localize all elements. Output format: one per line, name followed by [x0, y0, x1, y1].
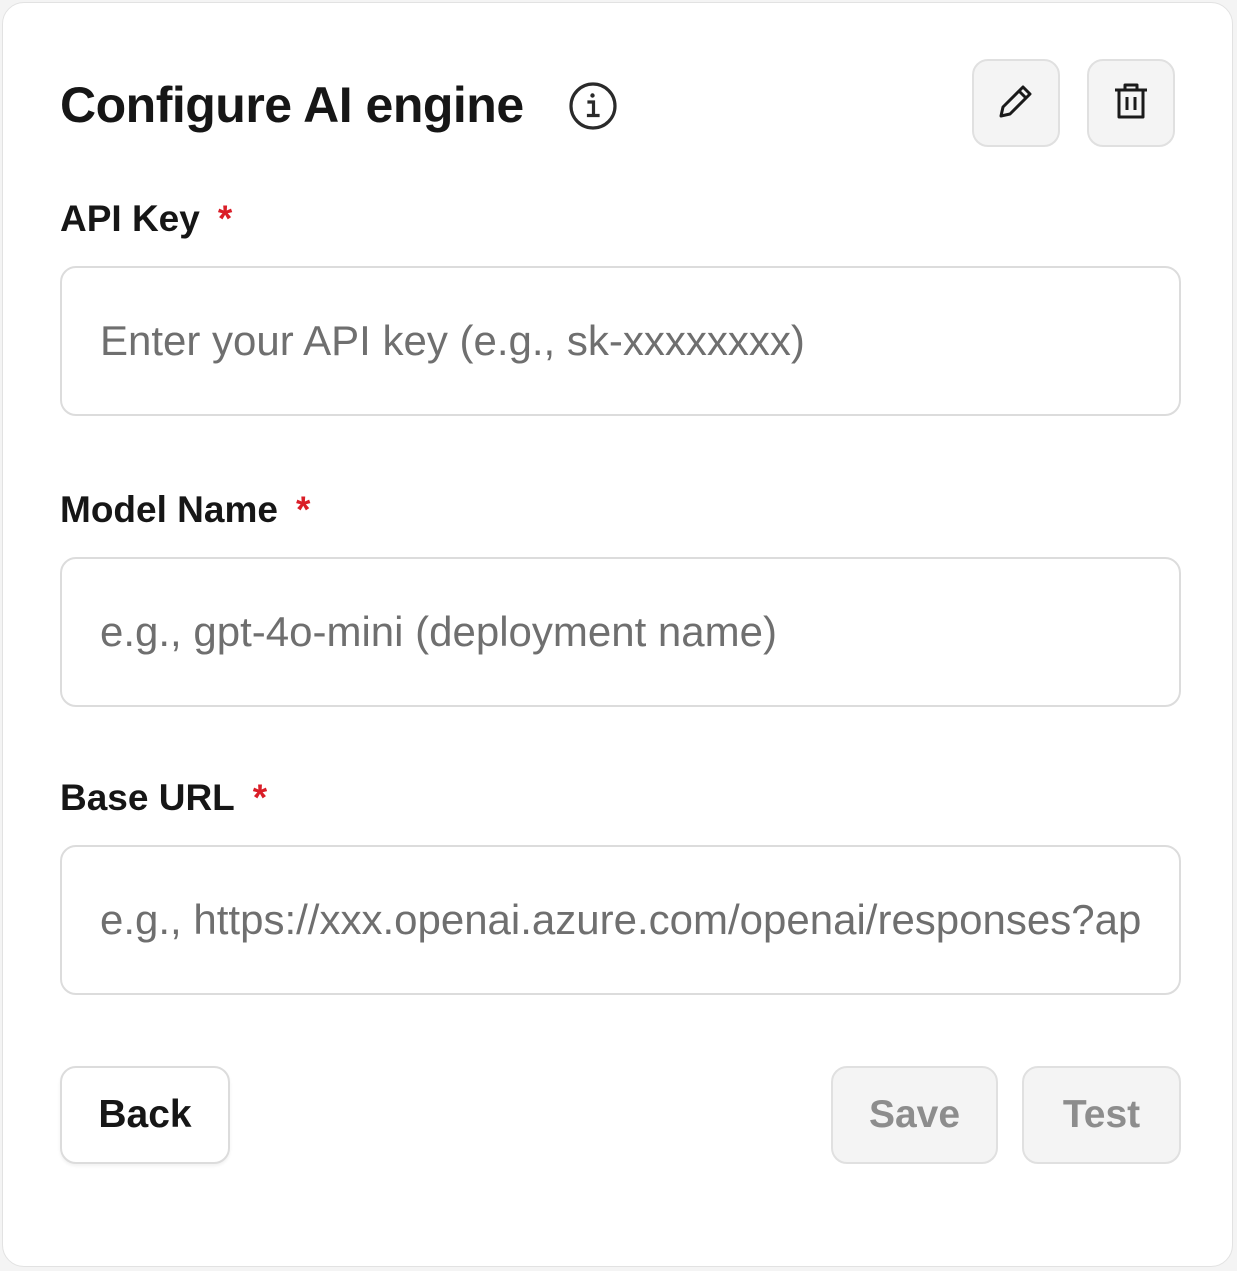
pencil-icon	[993, 78, 1039, 129]
model-name-label-text: Model Name	[60, 489, 278, 530]
model-name-input[interactable]	[60, 557, 1181, 707]
required-mark: *	[295, 489, 311, 530]
edit-button[interactable]	[972, 59, 1060, 147]
configure-ai-engine-card: Configure AI engine API Key * Enter your…	[2, 2, 1233, 1267]
required-mark: *	[252, 777, 268, 818]
base-url-label-text: Base URL	[60, 777, 235, 818]
base-url-label: Base URL *	[60, 776, 267, 820]
delete-button[interactable]	[1087, 59, 1175, 147]
required-mark: *	[217, 198, 233, 239]
test-button[interactable]: Test	[1022, 1066, 1181, 1164]
info-icon[interactable]	[568, 81, 618, 131]
save-button[interactable]: Save	[831, 1066, 998, 1164]
api-key-label-text: API Key	[60, 198, 200, 239]
card-header: Configure AI engine	[60, 59, 1175, 149]
base-url-input[interactable]	[60, 845, 1181, 995]
api-key-label: API Key *	[60, 197, 232, 241]
trash-icon	[1108, 78, 1154, 129]
model-name-label: Model Name *	[60, 488, 310, 532]
api-key-input[interactable]	[60, 266, 1181, 416]
back-button[interactable]: Back	[60, 1066, 230, 1164]
page-title: Configure AI engine	[60, 77, 524, 133]
